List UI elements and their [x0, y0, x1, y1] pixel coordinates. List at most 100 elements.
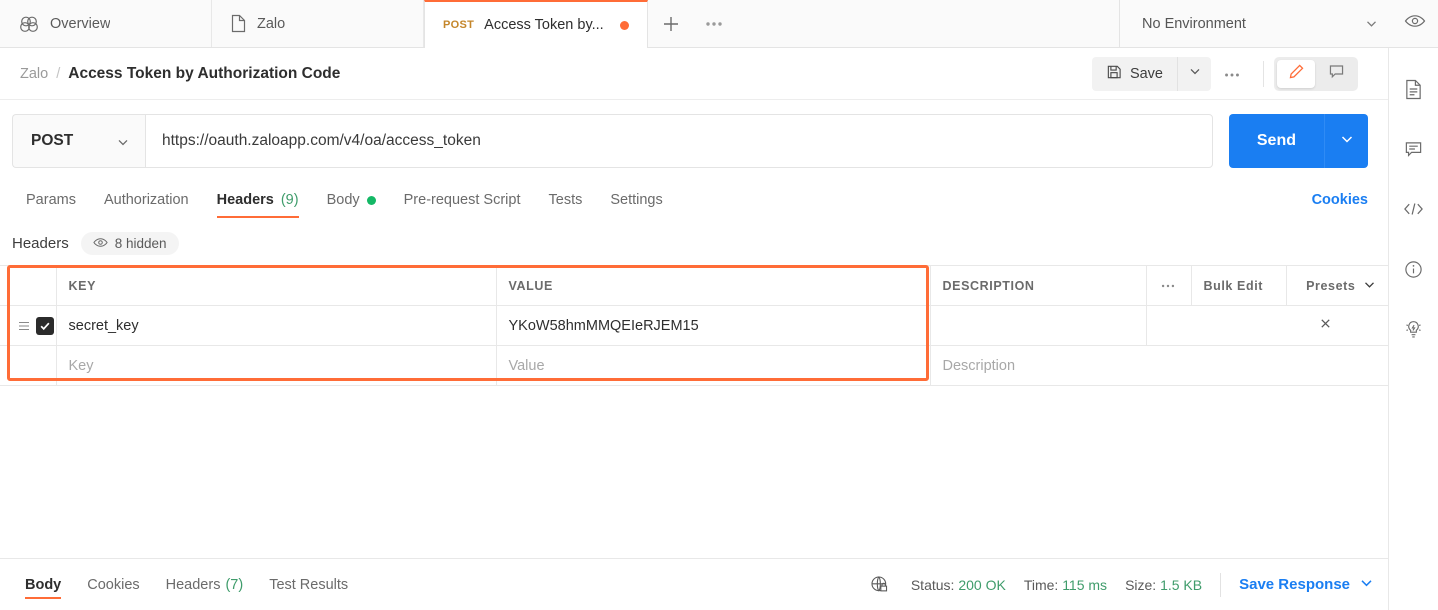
edit-mode-button[interactable]: [1277, 59, 1315, 88]
send-options-button[interactable]: [1324, 114, 1368, 168]
tab-headers[interactable]: Headers (9): [203, 192, 313, 218]
drag-handle-icon[interactable]: [18, 318, 30, 334]
response-bar: Body Cookies Headers (7) Test Results St…: [0, 558, 1388, 610]
time-value: 115 ms: [1062, 576, 1108, 593]
eye-icon: [1404, 13, 1426, 34]
tab-label: Authorization: [103, 192, 189, 208]
presets-button[interactable]: Presets: [1285, 265, 1396, 306]
breadcrumb-collection[interactable]: Zalo: [20, 66, 48, 82]
hidden-headers-toggle[interactable]: 8 hidden: [80, 232, 179, 255]
table-header-description: DESCRIPTION: [929, 265, 1147, 306]
request-url-bar: POST https://oauth.zaloapp.com/v4/oa/acc…: [0, 100, 1388, 178]
table-placeholder-row[interactable]: Key Value Description: [0, 345, 1397, 386]
size-value: 1.5 KB: [1160, 576, 1203, 593]
placeholder-handle-cell: [0, 345, 57, 386]
tab-label: Body: [25, 576, 62, 593]
table-row[interactable]: secret_key YKoW58hmMMQEIeRJEM15: [0, 305, 1397, 346]
tab-body[interactable]: Body: [313, 192, 390, 218]
right-sidebar: [1388, 48, 1438, 610]
comment-mode-button[interactable]: [1317, 60, 1355, 88]
bulk-edit-button[interactable]: Bulk Edit: [1190, 265, 1287, 306]
status-label: Status: 200 OK: [911, 577, 1006, 593]
chevron-down-icon: [1363, 278, 1376, 294]
send-button-group: Send: [1228, 114, 1368, 168]
view-mode-toggle-group: [1274, 56, 1358, 91]
window-tab-overview[interactable]: Overview: [0, 0, 212, 47]
send-button[interactable]: Send: [1228, 114, 1324, 168]
window-tab-access-token[interactable]: POST Access Token by...: [424, 0, 648, 48]
placeholder-value-label: Value: [508, 357, 545, 374]
overview-icon: [18, 15, 40, 33]
headers-section-title: Headers: [12, 235, 69, 252]
response-status-area: Status: 200 OK Time: 115 ms Size: 1.5 KB…: [870, 572, 1374, 597]
tab-options-button[interactable]: [694, 0, 734, 47]
window-tab-label: Zalo: [257, 15, 286, 32]
save-button[interactable]: Save: [1091, 56, 1177, 91]
request-url-input[interactable]: https://oauth.zaloapp.com/v4/oa/access_t…: [145, 114, 1213, 168]
comment-icon: [1328, 63, 1345, 85]
lightbulb-icon[interactable]: [1403, 318, 1425, 340]
request-section-tabs: Params Authorization Headers (9) Body Pr…: [0, 178, 1388, 218]
table-header-key: KEY: [55, 265, 497, 306]
tab-label: Settings: [610, 192, 663, 208]
tab-authorization[interactable]: Authorization: [90, 192, 203, 218]
row-description-cell[interactable]: [929, 305, 1147, 346]
info-icon[interactable]: [1403, 258, 1425, 280]
placeholder-value-cell[interactable]: Value: [495, 345, 931, 386]
placeholder-key-cell[interactable]: Key: [55, 345, 497, 386]
cookies-link[interactable]: Cookies: [1312, 192, 1368, 218]
new-tab-button[interactable]: [648, 0, 694, 47]
response-tab-test-results[interactable]: Test Results: [256, 559, 361, 610]
placeholder-description-label: Description: [942, 357, 1016, 374]
time-label-text: Time:: [1023, 576, 1059, 593]
tab-label: Params: [26, 192, 76, 208]
response-tab-body[interactable]: Body: [12, 559, 74, 610]
tab-label: Headers: [216, 192, 274, 208]
close-icon[interactable]: [1319, 317, 1332, 334]
headers-table: KEY VALUE DESCRIPTION Bulk Edit Presets: [0, 265, 1397, 386]
response-tab-cookies[interactable]: Cookies: [74, 559, 152, 610]
pencil-icon: [1288, 63, 1305, 85]
save-response-button[interactable]: Save Response: [1239, 575, 1374, 594]
save-dropdown-button[interactable]: [1177, 56, 1211, 91]
chevron-down-icon: [1188, 64, 1202, 83]
comment-icon[interactable]: [1403, 138, 1425, 160]
row-value-cell[interactable]: YKoW58hmMMQEIeRJEM15: [495, 305, 931, 346]
tab-tests[interactable]: Tests: [535, 192, 597, 218]
unsaved-indicator-dot: [619, 20, 629, 30]
tab-strip-filler: [734, 0, 1120, 47]
tab-label: Body: [326, 192, 360, 208]
breadcrumb-actions: Save: [1091, 48, 1388, 99]
request-more-options-button[interactable]: [1211, 57, 1253, 91]
row-delete-cell: [1145, 305, 1397, 346]
tab-settings[interactable]: Settings: [596, 192, 676, 218]
breadcrumb-separator: /: [56, 65, 61, 82]
window-tab-strip: Overview Zalo POST Access Token by... No…: [0, 0, 1438, 48]
placeholder-description-cell[interactable]: Description: [929, 345, 1397, 386]
hidden-headers-label: 8 hidden: [114, 236, 167, 251]
environment-selector[interactable]: No Environment: [1120, 0, 1392, 47]
save-button-label: Save: [1129, 65, 1163, 82]
row-checkbox[interactable]: [36, 316, 54, 335]
window-tab-zalo[interactable]: Zalo: [212, 0, 424, 47]
table-header-handle: [0, 265, 57, 306]
environment-name: No Environment: [1142, 15, 1246, 32]
http-method-selector[interactable]: POST: [12, 114, 145, 168]
environment-quick-look-button[interactable]: [1392, 0, 1438, 47]
response-tab-headers[interactable]: Headers (7): [153, 559, 257, 610]
documentation-icon[interactable]: [1403, 78, 1425, 100]
headers-table-wrapper: KEY VALUE DESCRIPTION Bulk Edit Presets: [0, 265, 1397, 386]
window-tab-label: Access Token by...: [484, 17, 604, 33]
row-key-cell[interactable]: secret_key: [55, 305, 497, 346]
table-header-value: VALUE: [495, 265, 931, 306]
presets-label: Presets: [1306, 278, 1356, 293]
status-label-text: Status:: [910, 576, 955, 593]
toolbar-divider: [1263, 60, 1264, 87]
table-options-button[interactable]: [1145, 265, 1192, 306]
chevron-down-icon: [1339, 131, 1355, 152]
tab-params[interactable]: Params: [12, 192, 90, 218]
tab-pre-request-script[interactable]: Pre-request Script: [390, 192, 535, 218]
headers-subheader: Headers 8 hidden: [0, 218, 1388, 265]
tab-count: (9): [280, 192, 299, 208]
code-icon[interactable]: [1403, 198, 1425, 220]
